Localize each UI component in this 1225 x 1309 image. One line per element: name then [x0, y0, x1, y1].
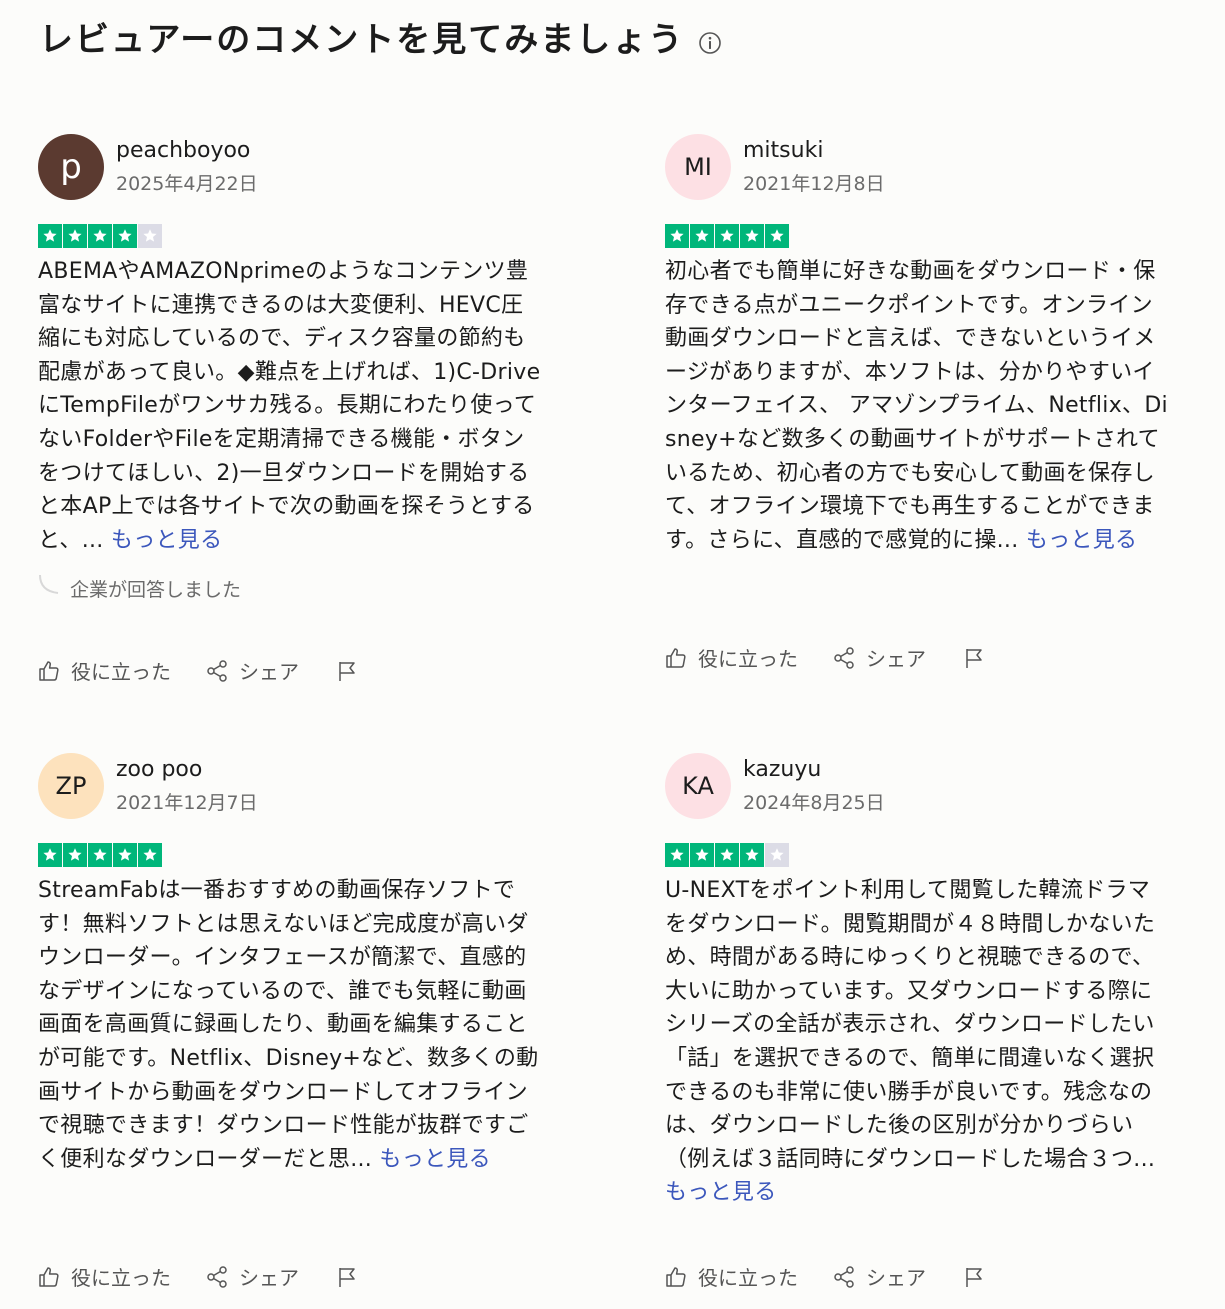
review-text: U-NEXTをポイント利用して閲覧した韓流ドラマをダウンロード。閲覧期間が４８時…: [665, 874, 1170, 1210]
helpful-button[interactable]: 役に立った: [664, 1262, 798, 1291]
review-body: StreamFabは一番おすすめの動画保存ソフトです！無料ソフトとは思えないほど…: [38, 878, 539, 1172]
star-filled-icon: [88, 224, 112, 248]
report-button[interactable]: [962, 646, 996, 670]
star-filled-icon: [138, 843, 162, 867]
see-more-link[interactable]: もっと見る: [1026, 528, 1138, 553]
star-filled-icon: [740, 224, 764, 248]
flag-icon: [339, 1267, 355, 1287]
see-more-link[interactable]: もっと見る: [665, 1180, 777, 1205]
star-filled-icon: [38, 224, 62, 248]
star-rating: [665, 224, 1170, 248]
review-date: 2024年8月25日: [743, 792, 885, 814]
review-date: 2021年12月7日: [116, 792, 258, 814]
star-filled-icon: [690, 224, 714, 248]
share-button[interactable]: シェア: [205, 1262, 299, 1291]
review-date: 2025年4月22日: [116, 173, 258, 195]
review-actions: 役に立った シェア: [664, 1262, 996, 1291]
review-card: ZP zoo poo 2021年12月7日 StreamFabは一番おすすめの動…: [38, 753, 543, 1176]
page-title: レビュアーのコメントを見てみましょう: [39, 20, 685, 60]
avatar[interactable]: p: [38, 134, 104, 200]
share-icon: [207, 659, 227, 682]
helpful-button[interactable]: 役に立った: [37, 656, 171, 685]
flag-icon: [966, 648, 982, 668]
report-button[interactable]: [335, 1265, 369, 1289]
reviewer-name[interactable]: peachboyoo: [116, 136, 258, 166]
star-empty-icon: [138, 224, 162, 248]
star-filled-icon: [63, 843, 87, 867]
helpful-button[interactable]: 役に立った: [664, 643, 798, 672]
star-empty-icon: [765, 843, 789, 867]
review-text: 初心者でも簡単に好きな動画をダウンロード・保存できる点がユニークポイントです。オ…: [665, 255, 1170, 557]
reviewer-name[interactable]: mitsuki: [743, 136, 885, 166]
share-button[interactable]: シェア: [832, 643, 926, 672]
reviewer-name[interactable]: kazuyu: [743, 755, 885, 785]
review-card: p peachboyoo 2025年4月22日 ABEMAやAMAZONprim…: [38, 134, 543, 602]
review-header: MI mitsuki 2021年12月8日: [665, 134, 1170, 200]
star-filled-icon: [715, 843, 739, 867]
share-label: シェア: [866, 1266, 926, 1290]
star-rating: [38, 224, 543, 248]
share-label: シェア: [866, 647, 926, 671]
review-header: p peachboyoo 2025年4月22日: [38, 134, 543, 200]
star-filled-icon: [690, 843, 714, 867]
report-button[interactable]: [962, 1265, 996, 1289]
star-rating: [38, 843, 543, 867]
share-icon: [834, 646, 854, 669]
thumbs-up-icon: [39, 660, 59, 681]
review-header: KA kazuyu 2024年8月25日: [665, 753, 1170, 819]
share-label: シェア: [239, 660, 299, 684]
review-actions: 役に立った シェア: [664, 643, 996, 672]
star-filled-icon: [665, 224, 689, 248]
star-filled-icon: [38, 843, 62, 867]
thumbs-up-icon: [666, 647, 686, 668]
share-button[interactable]: シェア: [205, 656, 299, 685]
helpful-button[interactable]: 役に立った: [37, 1262, 171, 1291]
review-header: ZP zoo poo 2021年12月7日: [38, 753, 543, 819]
share-label: シェア: [239, 1266, 299, 1290]
reply-curve-icon: [39, 574, 59, 594]
company-reply-toggle[interactable]: 企業が回答しました: [38, 574, 543, 602]
company-reply-label: 企業が回答しました: [70, 579, 242, 602]
info-circle-icon[interactable]: [698, 31, 722, 55]
flag-icon: [339, 661, 355, 681]
star-rating: [665, 843, 1170, 867]
review-actions: 役に立った シェア: [37, 656, 369, 685]
review-text: ABEMAやAMAZONprimeのようなコンテンツ豊富なサイトに連携できるのは…: [38, 255, 543, 557]
review-date: 2021年12月8日: [743, 173, 885, 195]
flag-icon: [966, 1267, 982, 1287]
report-button[interactable]: [335, 659, 369, 683]
star-filled-icon: [665, 843, 689, 867]
page-header: レビュアーのコメントを見てみましょう: [39, 16, 722, 64]
star-filled-icon: [63, 224, 87, 248]
share-icon: [834, 1265, 854, 1288]
star-filled-icon: [113, 224, 137, 248]
review-card: KA kazuyu 2024年8月25日 U-NEXTをポイント利用して閲覧した…: [665, 753, 1170, 1210]
helpful-label: 役に立った: [71, 660, 171, 684]
review-body: 初心者でも簡単に好きな動画をダウンロード・保存できる点がユニークポイントです。オ…: [665, 259, 1168, 553]
star-filled-icon: [765, 224, 789, 248]
review-body: U-NEXTをポイント利用して閲覧した韓流ドラマをダウンロード。閲覧期間が４８時…: [665, 878, 1156, 1172]
review-actions: 役に立った シェア: [37, 1262, 369, 1291]
see-more-link[interactable]: もっと見る: [111, 528, 223, 553]
share-button[interactable]: シェア: [832, 1262, 926, 1291]
share-icon: [207, 1265, 227, 1288]
see-more-link[interactable]: もっと見る: [379, 1147, 491, 1172]
avatar[interactable]: ZP: [38, 753, 104, 819]
review-card: MI mitsuki 2021年12月8日 初心者でも簡単に好きな動画をダウンロ…: [665, 134, 1170, 557]
helpful-label: 役に立った: [698, 1266, 798, 1290]
helpful-label: 役に立った: [698, 647, 798, 671]
avatar[interactable]: KA: [665, 753, 731, 819]
star-filled-icon: [715, 224, 739, 248]
thumbs-up-icon: [39, 1266, 59, 1287]
star-filled-icon: [740, 843, 764, 867]
helpful-label: 役に立った: [71, 1266, 171, 1290]
star-filled-icon: [113, 843, 137, 867]
review-text: StreamFabは一番おすすめの動画保存ソフトです！無料ソフトとは思えないほど…: [38, 874, 543, 1176]
thumbs-up-icon: [666, 1266, 686, 1287]
avatar[interactable]: MI: [665, 134, 731, 200]
review-body: ABEMAやAMAZONprimeのようなコンテンツ豊富なサイトに連携できるのは…: [38, 259, 541, 553]
reviewer-name[interactable]: zoo poo: [116, 755, 258, 785]
star-filled-icon: [88, 843, 112, 867]
